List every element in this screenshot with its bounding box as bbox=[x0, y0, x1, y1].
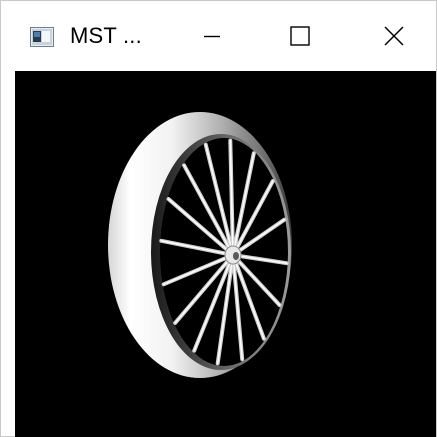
window-title: MST ... bbox=[70, 23, 142, 48]
app-icon[interactable] bbox=[30, 27, 54, 47]
render-canvas[interactable] bbox=[15, 71, 436, 437]
maximize-icon bbox=[290, 26, 310, 46]
minimize-button[interactable] bbox=[172, 1, 252, 71]
close-button[interactable] bbox=[354, 1, 434, 71]
app-window: MST ... bbox=[0, 0, 437, 437]
maximize-button[interactable] bbox=[260, 1, 340, 71]
wheel-scene bbox=[108, 112, 292, 378]
minimize-icon bbox=[204, 35, 220, 38]
wheel-hub-center bbox=[233, 252, 239, 260]
close-icon bbox=[384, 26, 404, 46]
title-bar[interactable]: MST ... bbox=[1, 1, 436, 71]
